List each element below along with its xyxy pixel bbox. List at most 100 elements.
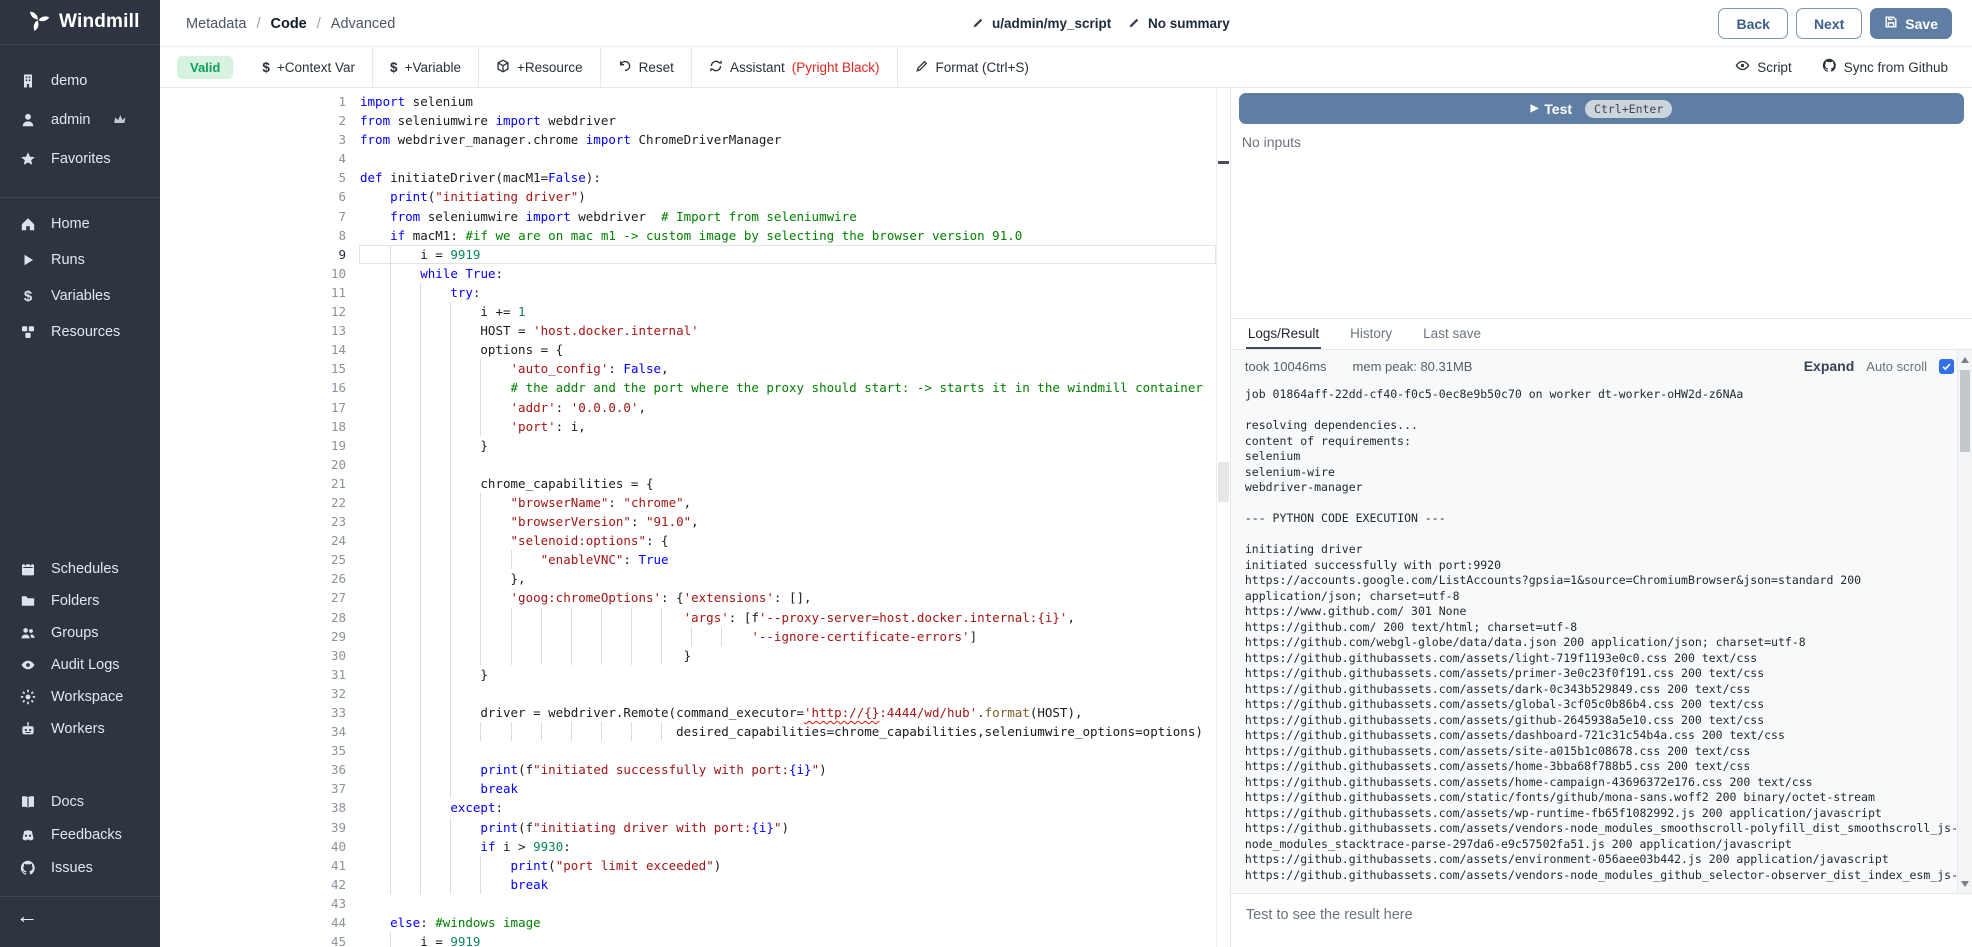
line-number[interactable]: 8 — [160, 226, 346, 245]
context-var-button[interactable]: $+Context Var — [245, 47, 372, 87]
line-number[interactable]: 37 — [160, 779, 346, 798]
log-scrollbar[interactable] — [1957, 350, 1972, 893]
line-number[interactable]: 21 — [160, 474, 346, 493]
line-number[interactable]: 14 — [160, 340, 346, 359]
code-line[interactable]: 15 'auto_config': False, — [160, 359, 1216, 378]
line-number[interactable]: 1 — [160, 92, 346, 111]
line-number[interactable]: 25 — [160, 550, 346, 569]
code-line[interactable]: 6 print("initiating driver") — [160, 187, 1216, 206]
code-line[interactable]: 9 i = 9919 — [160, 245, 1216, 264]
code-line[interactable]: 45 i = 9919 — [160, 932, 1216, 947]
line-number[interactable]: 9 — [160, 245, 346, 264]
sidebar-item-groups[interactable]: Groups — [0, 617, 160, 649]
code-line[interactable]: 27 'goog:chromeOptions': {'extensions': … — [160, 588, 1216, 607]
line-number[interactable]: 19 — [160, 436, 346, 455]
code-line[interactable]: 33 driver = webdriver.Remote(command_exe… — [160, 703, 1216, 722]
code-line[interactable]: 16 # the addr and the port where the pro… — [160, 378, 1216, 397]
editor-scrollbar-thumb[interactable] — [1218, 462, 1229, 502]
assistant-button[interactable]: Assistant(Pyright Black) — [691, 47, 897, 87]
line-number[interactable]: 23 — [160, 512, 346, 531]
code-line[interactable]: 41 print("port limit exceeded") — [160, 856, 1216, 875]
line-number[interactable]: 22 — [160, 493, 346, 512]
code-line[interactable]: 4 — [160, 149, 1216, 168]
line-number[interactable]: 41 — [160, 856, 346, 875]
code-line[interactable]: 44 else: #windows image — [160, 913, 1216, 932]
test-button[interactable]: ▶ Test Ctrl+Enter — [1239, 93, 1964, 124]
tab-code[interactable]: Code — [271, 16, 307, 32]
line-number[interactable]: 24 — [160, 531, 346, 550]
line-number[interactable]: 18 — [160, 417, 346, 436]
log-scrollbar-thumb[interactable] — [1960, 370, 1970, 452]
line-number[interactable]: 45 — [160, 932, 346, 947]
windmill-logo[interactable]: Windmill — [0, 0, 160, 45]
code-line[interactable]: 13 HOST = 'host.docker.internal' — [160, 321, 1216, 340]
code-line[interactable]: 38 except: — [160, 798, 1216, 817]
tab-advanced[interactable]: Advanced — [331, 16, 396, 32]
tab-logs-result[interactable]: Logs/Result — [1246, 319, 1321, 349]
code-line[interactable]: 37 break — [160, 779, 1216, 798]
code-line[interactable]: 14 options = { — [160, 340, 1216, 359]
tab-last-save[interactable]: Last save — [1421, 319, 1483, 349]
expand-button[interactable]: Expand — [1804, 358, 1855, 374]
sidebar-item-audit-logs[interactable]: Audit Logs — [0, 649, 160, 681]
save-button[interactable]: Save — [1870, 8, 1952, 39]
line-number[interactable]: 29 — [160, 627, 346, 646]
line-number[interactable]: 28 — [160, 608, 346, 627]
line-number[interactable]: 7 — [160, 207, 346, 226]
sidebar-item-admin[interactable]: admin — [0, 100, 160, 139]
sidebar-item-home[interactable]: Home — [0, 206, 160, 242]
code-line[interactable]: 23 "browserVersion": "91.0", — [160, 512, 1216, 531]
code-line[interactable]: 32 — [160, 684, 1216, 703]
line-number[interactable]: 34 — [160, 722, 346, 741]
back-button[interactable]: Back — [1718, 8, 1787, 39]
next-button[interactable]: Next — [1796, 8, 1862, 39]
sidebar-item-variables[interactable]: $Variables — [0, 278, 160, 314]
code-line[interactable]: 19 } — [160, 436, 1216, 455]
sidebar-item-workers[interactable]: Workers — [0, 713, 160, 745]
code-line[interactable]: 40 if i > 9930: — [160, 837, 1216, 856]
code-line[interactable]: 22 "browserName": "chrome", — [160, 493, 1216, 512]
code-line[interactable]: 11 try: — [160, 283, 1216, 302]
line-number[interactable]: 26 — [160, 569, 346, 588]
line-number[interactable]: 35 — [160, 741, 346, 760]
line-number[interactable]: 4 — [160, 149, 346, 168]
code-line[interactable]: 43 — [160, 894, 1216, 913]
auto-scroll-checkbox[interactable] — [1939, 359, 1954, 374]
line-number[interactable]: 36 — [160, 760, 346, 779]
code-line[interactable]: 36 print(f"initiated successfully with p… — [160, 760, 1216, 779]
line-number[interactable]: 38 — [160, 798, 346, 817]
sidebar-item-resources[interactable]: Resources — [0, 314, 160, 350]
sidebar-item-favorites[interactable]: Favorites — [0, 139, 160, 178]
code-line[interactable]: 30 } — [160, 646, 1216, 665]
line-number[interactable]: 31 — [160, 665, 346, 684]
sidebar-item-runs[interactable]: Runs — [0, 242, 160, 278]
line-number[interactable]: 10 — [160, 264, 346, 283]
code-line[interactable]: 42 break — [160, 875, 1216, 894]
line-number[interactable]: 3 — [160, 130, 346, 149]
tab-history[interactable]: History — [1348, 319, 1394, 349]
reset-button[interactable]: Reset — [600, 47, 691, 87]
line-number[interactable]: 40 — [160, 837, 346, 856]
line-number[interactable]: 12 — [160, 302, 346, 321]
line-number[interactable]: 32 — [160, 684, 346, 703]
sidebar-item-demo[interactable]: demo — [0, 61, 160, 100]
sync-from-github-link[interactable]: Sync from Github — [1822, 58, 1948, 76]
line-number[interactable]: 11 — [160, 283, 346, 302]
script-preview-link[interactable]: Script — [1735, 58, 1792, 76]
line-number[interactable]: 30 — [160, 646, 346, 665]
code-line[interactable]: 21 chrome_capabilities = { — [160, 474, 1216, 493]
sidebar-item-issues[interactable]: Issues — [0, 851, 160, 884]
line-number[interactable]: 2 — [160, 111, 346, 130]
code-line[interactable]: 35 — [160, 741, 1216, 760]
line-number[interactable]: 44 — [160, 913, 346, 932]
line-number[interactable]: 42 — [160, 875, 346, 894]
code-line[interactable]: 25 "enableVNC": True — [160, 550, 1216, 569]
code-line[interactable]: 20 — [160, 455, 1216, 474]
line-number[interactable]: 43 — [160, 894, 346, 913]
code-line[interactable]: 5def initiateDriver(macM1=False): — [160, 168, 1216, 187]
code-line[interactable]: 26 }, — [160, 569, 1216, 588]
scroll-up-arrow-icon[interactable] — [1958, 352, 1972, 367]
line-number[interactable]: 15 — [160, 359, 346, 378]
code-line[interactable]: 29 '--ignore-certificate-errors'] — [160, 627, 1216, 646]
code-editor[interactable]: 1import selenium2from seleniumwire impor… — [160, 88, 1230, 947]
